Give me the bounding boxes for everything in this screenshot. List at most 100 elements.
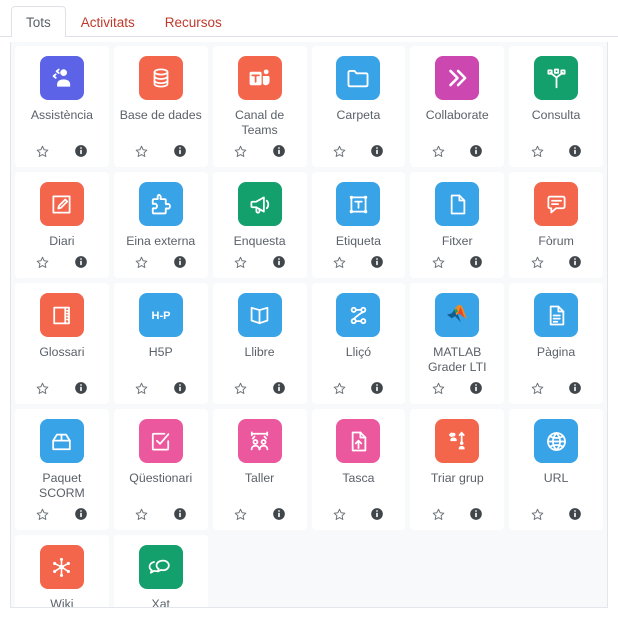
activity-card-label: Enquesta xyxy=(233,234,286,248)
activity-card[interactable]: Taller xyxy=(212,409,307,530)
info-circle-icon[interactable] xyxy=(369,380,385,396)
activity-card[interactable]: Eina externa xyxy=(113,172,208,278)
info-circle-icon[interactable] xyxy=(172,254,188,270)
info-circle-icon[interactable] xyxy=(369,506,385,522)
workshop-icon xyxy=(237,419,282,463)
star-outline-icon[interactable] xyxy=(331,380,347,396)
star-outline-icon[interactable] xyxy=(331,254,347,270)
activity-card-actions xyxy=(118,143,204,159)
activity-card-label: H5P xyxy=(148,345,173,359)
star-outline-icon[interactable] xyxy=(233,254,249,270)
activity-card[interactable]: URL xyxy=(509,409,603,530)
activity-card-actions xyxy=(118,380,204,396)
activity-card-label: Paquet SCORM xyxy=(39,471,85,500)
activity-card-label: Eina externa xyxy=(126,234,196,248)
info-circle-icon[interactable] xyxy=(271,143,287,159)
info-circle-icon[interactable] xyxy=(271,506,287,522)
activity-card[interactable]: MATLAB Grader LTI xyxy=(410,283,505,404)
activity-card-actions xyxy=(217,380,303,396)
info-circle-icon[interactable] xyxy=(567,506,583,522)
tab-recursos[interactable]: Recursos xyxy=(150,6,237,37)
star-outline-icon[interactable] xyxy=(233,506,249,522)
activity-card-label: Taller xyxy=(244,471,275,485)
star-outline-icon[interactable] xyxy=(529,380,545,396)
info-circle-icon[interactable] xyxy=(172,143,188,159)
activity-card[interactable]: Collaborate xyxy=(410,46,505,167)
star-outline-icon[interactable] xyxy=(134,254,150,270)
activity-card-label: Lliçó xyxy=(345,345,372,359)
activity-card[interactable]: Carpeta xyxy=(311,46,406,167)
activity-card[interactable]: Assistència xyxy=(15,46,109,167)
star-outline-icon[interactable] xyxy=(35,143,51,159)
matlab-icon xyxy=(435,293,480,337)
info-circle-icon[interactable] xyxy=(567,254,583,270)
activity-card[interactable]: Canal de Teams xyxy=(212,46,307,167)
activity-card[interactable]: Base de dades xyxy=(113,46,208,167)
activity-card-label: Assistència xyxy=(30,108,94,122)
activity-card[interactable]: Fòrum xyxy=(509,172,603,278)
activity-card-actions xyxy=(19,143,105,159)
info-circle-icon[interactable] xyxy=(172,506,188,522)
info-circle-icon[interactable] xyxy=(567,380,583,396)
star-outline-icon[interactable] xyxy=(35,254,51,270)
info-circle-icon[interactable] xyxy=(73,254,89,270)
activity-card[interactable]: Pàgina xyxy=(509,283,603,404)
star-outline-icon[interactable] xyxy=(430,143,446,159)
star-outline-icon[interactable] xyxy=(529,506,545,522)
activity-card[interactable]: Consulta xyxy=(509,46,603,167)
activity-card[interactable]: Triar grup xyxy=(410,409,505,530)
star-outline-icon[interactable] xyxy=(134,380,150,396)
info-circle-icon[interactable] xyxy=(73,143,89,159)
star-outline-icon[interactable] xyxy=(134,506,150,522)
activity-card[interactable]: Paquet SCORM xyxy=(15,409,109,530)
info-circle-icon[interactable] xyxy=(369,143,385,159)
star-outline-icon[interactable] xyxy=(233,143,249,159)
star-outline-icon[interactable] xyxy=(529,143,545,159)
activity-card[interactable]: Qüestionari xyxy=(113,409,208,530)
assignment-upload-icon xyxy=(336,419,381,463)
info-circle-icon[interactable] xyxy=(172,380,188,396)
tab-tots[interactable]: Tots xyxy=(11,6,66,37)
info-circle-icon[interactable] xyxy=(468,143,484,159)
activity-card[interactable]: H-P H5P xyxy=(113,283,208,404)
info-circle-icon[interactable] xyxy=(369,254,385,270)
activity-card-label: Carpeta xyxy=(336,108,381,122)
star-outline-icon[interactable] xyxy=(430,380,446,396)
info-circle-icon[interactable] xyxy=(567,143,583,159)
star-outline-icon[interactable] xyxy=(331,143,347,159)
info-circle-icon[interactable] xyxy=(271,380,287,396)
info-circle-icon[interactable] xyxy=(468,380,484,396)
activity-card[interactable]: Enquesta xyxy=(212,172,307,278)
chat-bubbles-icon xyxy=(138,545,183,589)
activity-card[interactable]: Diari xyxy=(15,172,109,278)
activity-card-label: Collaborate xyxy=(425,108,489,122)
info-circle-icon[interactable] xyxy=(73,506,89,522)
activity-card[interactable]: Lliçó xyxy=(311,283,406,404)
scorm-package-icon xyxy=(39,419,84,463)
quiz-check-icon xyxy=(138,419,183,463)
activity-card[interactable]: Glossari xyxy=(15,283,109,404)
star-outline-icon[interactable] xyxy=(430,506,446,522)
star-outline-icon[interactable] xyxy=(331,506,347,522)
info-circle-icon[interactable] xyxy=(73,380,89,396)
star-outline-icon[interactable] xyxy=(529,254,545,270)
star-outline-icon[interactable] xyxy=(233,380,249,396)
star-outline-icon[interactable] xyxy=(430,254,446,270)
activity-card[interactable]: Llibre xyxy=(212,283,307,404)
activity-card[interactable]: Xat xyxy=(113,535,208,607)
info-circle-icon[interactable] xyxy=(271,254,287,270)
journal-edit-icon xyxy=(39,182,84,226)
activity-card[interactable]: Tasca xyxy=(311,409,406,530)
activity-card[interactable]: Etiqueta xyxy=(311,172,406,278)
activity-card-actions xyxy=(217,254,303,270)
file-icon xyxy=(435,182,480,226)
star-outline-icon[interactable] xyxy=(35,380,51,396)
activity-card[interactable]: Wiki xyxy=(15,535,109,607)
star-outline-icon[interactable] xyxy=(35,506,51,522)
tab-activitats[interactable]: Activitats xyxy=(66,6,150,37)
star-outline-icon[interactable] xyxy=(134,143,150,159)
activity-card[interactable]: Fitxer xyxy=(410,172,505,278)
info-circle-icon[interactable] xyxy=(468,506,484,522)
info-circle-icon[interactable] xyxy=(468,254,484,270)
lesson-nodes-icon xyxy=(336,293,381,337)
